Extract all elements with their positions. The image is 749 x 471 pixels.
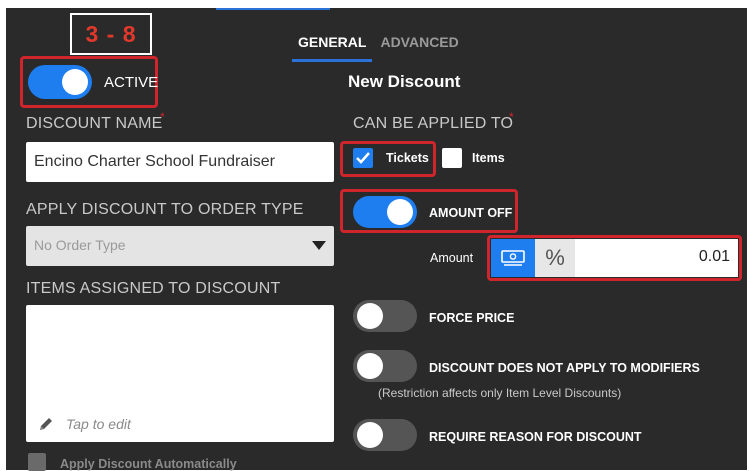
tab-general[interactable]: GENERAL <box>292 24 373 62</box>
money-icon <box>501 250 525 266</box>
applied-to-label: CAN BE APPLIED TO <box>353 115 514 132</box>
tickets-label: Tickets <box>386 151 429 165</box>
items-assigned-label: ITEMS ASSIGNED TO DISCOUNT <box>26 280 281 297</box>
force-price-toggle[interactable] <box>353 300 417 332</box>
amount-label: Amount <box>430 251 474 265</box>
force-price-label: FORCE PRICE <box>429 311 515 325</box>
order-type-value: No Order Type <box>34 237 126 253</box>
order-type-label: APPLY DISCOUNT TO ORDER TYPE <box>26 201 304 218</box>
order-type-select[interactable]: No Order Type <box>26 226 334 266</box>
chevron-down-icon <box>312 241 326 250</box>
discount-name-value: Encino Charter School Fundraiser <box>34 153 276 170</box>
amount-off-toggle[interactable] <box>353 196 417 228</box>
modifiers-toggle[interactable] <box>353 350 417 382</box>
screenshot-frame: 3 - 8 GENERAL ADVANCED ACTIVE DISCOUNT N… <box>0 0 749 471</box>
pencil-icon <box>40 418 52 430</box>
amount-off-toggle-knob <box>387 199 413 225</box>
items-label: Items <box>472 151 505 165</box>
modifiers-label: DISCOUNT DOES NOT APPLY TO MODIFIERS <box>429 361 700 375</box>
tap-to-edit-placeholder: Tap to edit <box>66 416 131 432</box>
step-label: 3 - 8 <box>70 13 152 55</box>
apply-auto-checkbox[interactable] <box>28 453 46 471</box>
currency-mode-button[interactable] <box>491 239 535 277</box>
force-price-toggle-knob <box>357 303 383 329</box>
discount-name-label: DISCOUNT NAME <box>26 115 163 132</box>
tickets-checkbox[interactable] <box>353 148 373 168</box>
require-reason-toggle-knob <box>357 422 383 448</box>
require-reason-label: REQUIRE REASON FOR DISCOUNT <box>429 430 642 444</box>
required-star: * <box>509 110 514 124</box>
discount-name-input[interactable]: Encino Charter School Fundraiser <box>26 142 334 182</box>
discount-title: New Discount <box>348 72 461 91</box>
required-star: * <box>160 110 165 124</box>
tab-advanced[interactable]: ADVANCED <box>374 24 464 62</box>
active-toggle-knob <box>62 69 88 95</box>
amount-input[interactable]: 0.01 <box>699 248 730 266</box>
active-label: ACTIVE <box>104 74 159 91</box>
items-assigned-area[interactable]: Tap to edit <box>26 305 334 442</box>
checkmark-icon <box>356 152 370 164</box>
amount-off-label: AMOUNT OFF <box>429 206 513 220</box>
active-toggle[interactable] <box>28 65 92 99</box>
modifiers-toggle-knob <box>357 353 383 379</box>
require-reason-toggle[interactable] <box>353 419 417 451</box>
apply-auto-label: Apply Discount Automatically <box>60 457 237 471</box>
top-accent-bar <box>216 8 330 10</box>
items-checkbox[interactable] <box>442 148 462 168</box>
tab-bar: GENERAL ADVANCED <box>292 24 465 62</box>
percent-mode-button[interactable]: % <box>535 239 575 277</box>
modifiers-note: (Restriction affects only Item Level Dis… <box>378 386 622 400</box>
amount-input-group: % 0.01 <box>491 239 738 277</box>
